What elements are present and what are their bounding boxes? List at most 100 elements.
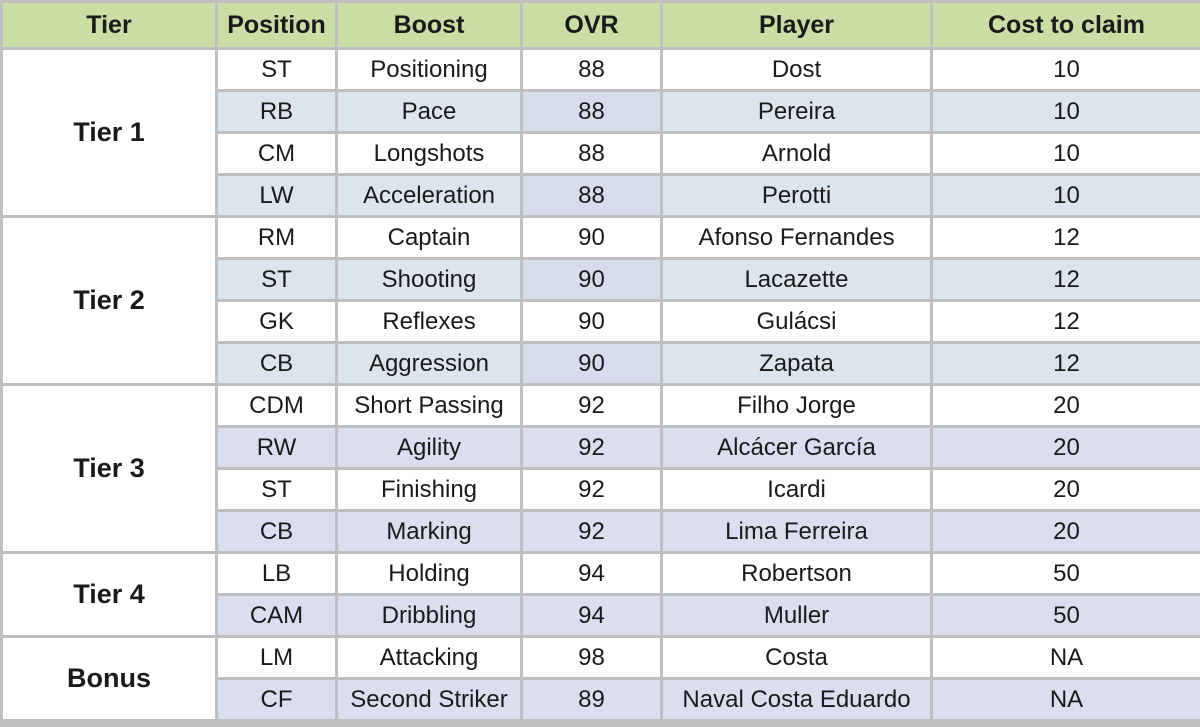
cell-position: GK [218,302,335,341]
cell-boost: Marking [338,512,520,551]
cell-player: Afonso Fernandes [663,218,930,257]
cell-player: Robertson [663,554,930,593]
cell-boost: Longshots [338,134,520,173]
tier-group-label: Bonus [3,638,215,719]
cell-ovr: 92 [523,428,660,467]
cell-player: Icardi [663,470,930,509]
cell-cost: 12 [933,302,1200,341]
header-row: Tier Position Boost OVR Player Cost to c… [3,3,1200,47]
cell-ovr: 92 [523,470,660,509]
cell-position: LW [218,176,335,215]
cell-player: Zapata [663,344,930,383]
cell-cost: 20 [933,386,1200,425]
cell-player: Alcácer García [663,428,930,467]
cell-cost: 10 [933,176,1200,215]
cell-cost: NA [933,680,1200,719]
cell-position: ST [218,260,335,299]
cell-position: CM [218,134,335,173]
tier-group-label: Tier 4 [3,554,215,635]
cell-position: RM [218,218,335,257]
cell-boost: Second Striker [338,680,520,719]
cell-player: Filho Jorge [663,386,930,425]
cell-ovr: 90 [523,260,660,299]
cell-cost: 10 [933,50,1200,89]
cell-cost: NA [933,638,1200,677]
cell-cost: 20 [933,470,1200,509]
cell-cost: 20 [933,428,1200,467]
cell-player: Gulácsi [663,302,930,341]
tier-group-label: Tier 2 [3,218,215,383]
cell-player: Lacazette [663,260,930,299]
column-header-boost: Boost [338,3,520,47]
cell-ovr: 90 [523,344,660,383]
cell-boost: Holding [338,554,520,593]
cell-cost: 12 [933,344,1200,383]
cell-ovr: 92 [523,512,660,551]
cell-cost: 10 [933,92,1200,131]
cell-player: Pereira [663,92,930,131]
cell-cost: 12 [933,260,1200,299]
cell-boost: Positioning [338,50,520,89]
cell-cost: 10 [933,134,1200,173]
cell-position: CDM [218,386,335,425]
cell-cost: 20 [933,512,1200,551]
cell-player: Arnold [663,134,930,173]
tier-group-label: Tier 1 [3,50,215,215]
table-header: Tier Position Boost OVR Player Cost to c… [3,3,1200,47]
cell-player: Lima Ferreira [663,512,930,551]
cell-cost: 50 [933,596,1200,635]
cell-boost: Pace [338,92,520,131]
rewards-table-container: Tier Position Boost OVR Player Cost to c… [0,0,1200,727]
cell-ovr: 89 [523,680,660,719]
cell-boost: Agility [338,428,520,467]
tier-rewards-table: Tier Position Boost OVR Player Cost to c… [0,0,1200,722]
table-body: Tier 1 ST Positioning 88 Dost 10 RB Pace 88 Perei… [3,50,1200,719]
column-header-cost: Cost to claim [933,3,1200,47]
table-row: Bonus LM Attacking 98 Costa NA [3,638,1200,719]
cell-ovr: 94 [523,596,660,635]
cell-position: CB [218,512,335,551]
cell-boost: Acceleration [338,176,520,215]
cell-boost: Finishing [338,470,520,509]
cell-ovr: 88 [523,176,660,215]
cell-ovr: 90 [523,302,660,341]
cell-boost: Shooting [338,260,520,299]
column-header-position: Position [218,3,335,47]
cell-ovr: 92 [523,386,660,425]
cell-player: Muller [663,596,930,635]
cell-boost: Dribbling [338,596,520,635]
cell-boost: Reflexes [338,302,520,341]
cell-boost: Captain [338,218,520,257]
column-header-ovr: OVR [523,3,660,47]
cell-position: LM [218,638,335,677]
cell-ovr: 98 [523,638,660,677]
cell-position: CB [218,344,335,383]
cell-boost: Attacking [338,638,520,677]
cell-position: RW [218,428,335,467]
cell-position: ST [218,50,335,89]
cell-ovr: 88 [523,50,660,89]
cell-position: CAM [218,596,335,635]
cell-position: LB [218,554,335,593]
cell-player: Costa [663,638,930,677]
cell-position: CF [218,680,335,719]
cell-player: Perotti [663,176,930,215]
cell-player: Dost [663,50,930,89]
cell-boost: Aggression [338,344,520,383]
column-header-player: Player [663,3,930,47]
cell-player: Naval Costa Eduardo [663,680,930,719]
cell-position: RB [218,92,335,131]
cell-position: ST [218,470,335,509]
cell-ovr: 88 [523,134,660,173]
cell-ovr: 88 [523,92,660,131]
cell-cost: 50 [933,554,1200,593]
cell-boost: Short Passing [338,386,520,425]
table-row: Tier 2 RM Captain 90 Afonso Fernandes 12 [3,218,1200,383]
cell-ovr: 94 [523,554,660,593]
table-row: Tier 3 CDM Short Passing 92 Filho Jorge 20 [3,386,1200,551]
column-header-tier: Tier [3,3,215,47]
cell-cost: 12 [933,218,1200,257]
tier-group-label: Tier 3 [3,386,215,551]
table-row: Tier 4 LB Holding 94 Robertson 50 [3,554,1200,635]
cell-ovr: 90 [523,218,660,257]
